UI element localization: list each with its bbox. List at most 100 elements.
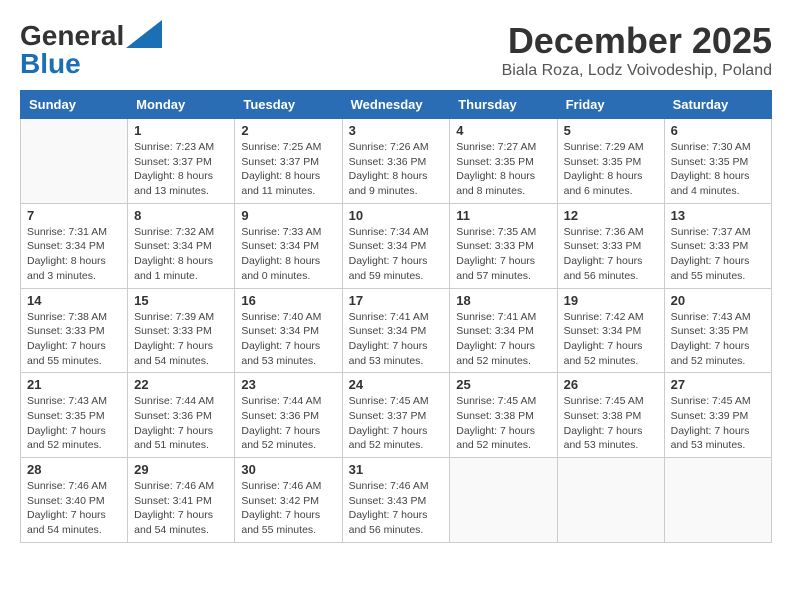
subtitle: Biala Roza, Lodz Voivodeship, Poland (502, 62, 772, 80)
table-row: 4 Sunrise: 7:27 AM Sunset: 3:35 PM Daylig… (450, 119, 557, 204)
day-number: 7 (27, 208, 121, 223)
col-monday: Monday (128, 91, 235, 119)
day-info: Sunrise: 7:42 AM Sunset: 3:34 PM Dayligh… (564, 310, 658, 369)
day-number: 25 (456, 377, 550, 392)
day-number: 30 (241, 462, 335, 477)
table-row: 5 Sunrise: 7:29 AM Sunset: 3:35 PM Daylig… (557, 119, 664, 204)
table-row (450, 458, 557, 543)
header: General Blue December 2025 Biala Roza, L… (20, 20, 772, 80)
col-saturday: Saturday (664, 91, 771, 119)
day-info: Sunrise: 7:26 AM Sunset: 3:36 PM Dayligh… (349, 140, 444, 199)
table-row: 29Sunrise: 7:46 AM Sunset: 3:41 PM Dayli… (128, 458, 235, 543)
day-number: 23 (241, 377, 335, 392)
table-row: 30 Sunrise: 7:46 AM Sunset: 3:42 PM Dayli… (235, 458, 342, 543)
calendar-week-row: 7 Sunrise: 7:31 AM Sunset: 3:34 PM Daylig… (21, 203, 772, 288)
calendar-table: Sunday Monday Tuesday Wednesday Thursday… (20, 90, 772, 543)
day-info: Sunrise: 7:34 AM Sunset: 3:34 PM Dayligh… (349, 225, 444, 284)
table-row: 14Sunrise: 7:38 AM Sunset: 3:33 PM Dayli… (21, 288, 128, 373)
day-info: Sunrise: 7:46 AM Sunset: 3:41 PM Dayligh… (134, 479, 228, 538)
day-number: 12 (564, 208, 658, 223)
day-number: 11 (456, 208, 550, 223)
table-row: 21 Sunrise: 7:43 AM Sunset: 3:35 PM Dayli… (21, 373, 128, 458)
day-number: 26 (564, 377, 658, 392)
table-row: 26 Sunrise: 7:45 AM Sunset: 3:38 PM Dayli… (557, 373, 664, 458)
col-thursday: Thursday (450, 91, 557, 119)
logo-icon (126, 20, 162, 48)
table-row: 3 Sunrise: 7:26 AM Sunset: 3:36 PM Daylig… (342, 119, 450, 204)
table-row: 19 Sunrise: 7:42 AM Sunset: 3:34 PM Dayli… (557, 288, 664, 373)
table-row: 9 Sunrise: 7:33 AM Sunset: 3:34 PM Daylig… (235, 203, 342, 288)
day-info: Sunrise: 7:40 AM Sunset: 3:34 PM Dayligh… (241, 310, 335, 369)
table-row: 1Sunrise: 7:23 AM Sunset: 3:37 PM Daylig… (128, 119, 235, 204)
table-row: 28 Sunrise: 7:46 AM Sunset: 3:40 PM Dayli… (21, 458, 128, 543)
day-info: Sunrise: 7:30 AM Sunset: 3:35 PM Dayligh… (671, 140, 765, 199)
day-number: 2 (241, 123, 335, 138)
day-number: 18 (456, 293, 550, 308)
table-row: 23Sunrise: 7:44 AM Sunset: 3:36 PM Dayli… (235, 373, 342, 458)
table-row: 31Sunrise: 7:46 AM Sunset: 3:43 PM Dayli… (342, 458, 450, 543)
day-info: Sunrise: 7:23 AM Sunset: 3:37 PM Dayligh… (134, 140, 228, 199)
table-row: 11 Sunrise: 7:35 AM Sunset: 3:33 PM Dayli… (450, 203, 557, 288)
calendar-week-row: 1Sunrise: 7:23 AM Sunset: 3:37 PM Daylig… (21, 119, 772, 204)
day-info: Sunrise: 7:46 AM Sunset: 3:40 PM Dayligh… (27, 479, 121, 538)
day-number: 13 (671, 208, 765, 223)
calendar-week-row: 21 Sunrise: 7:43 AM Sunset: 3:35 PM Dayli… (21, 373, 772, 458)
table-row: 22 Sunrise: 7:44 AM Sunset: 3:36 PM Dayli… (128, 373, 235, 458)
day-number: 14 (27, 293, 121, 308)
day-info: Sunrise: 7:44 AM Sunset: 3:36 PM Dayligh… (134, 394, 228, 453)
table-row: 12 Sunrise: 7:36 AM Sunset: 3:33 PM Dayli… (557, 203, 664, 288)
day-number: 16 (241, 293, 335, 308)
table-row: 15 Sunrise: 7:39 AM Sunset: 3:33 PM Dayli… (128, 288, 235, 373)
table-row (664, 458, 771, 543)
day-number: 15 (134, 293, 228, 308)
day-number: 31 (349, 462, 444, 477)
table-row (557, 458, 664, 543)
day-info: Sunrise: 7:45 AM Sunset: 3:38 PM Dayligh… (456, 394, 550, 453)
day-info: Sunrise: 7:25 AM Sunset: 3:37 PM Dayligh… (241, 140, 335, 199)
day-info: Sunrise: 7:43 AM Sunset: 3:35 PM Dayligh… (27, 394, 121, 453)
day-info: Sunrise: 7:43 AM Sunset: 3:35 PM Dayligh… (671, 310, 765, 369)
day-number: 10 (349, 208, 444, 223)
table-row: 7 Sunrise: 7:31 AM Sunset: 3:34 PM Daylig… (21, 203, 128, 288)
day-number: 28 (27, 462, 121, 477)
table-row: 16 Sunrise: 7:40 AM Sunset: 3:34 PM Dayli… (235, 288, 342, 373)
col-sunday: Sunday (21, 91, 128, 119)
day-info: Sunrise: 7:33 AM Sunset: 3:34 PM Dayligh… (241, 225, 335, 284)
table-row: 2 Sunrise: 7:25 AM Sunset: 3:37 PM Daylig… (235, 119, 342, 204)
day-info: Sunrise: 7:41 AM Sunset: 3:34 PM Dayligh… (456, 310, 550, 369)
day-number: 24 (349, 377, 444, 392)
day-info: Sunrise: 7:27 AM Sunset: 3:35 PM Dayligh… (456, 140, 550, 199)
calendar-week-row: 14Sunrise: 7:38 AM Sunset: 3:33 PM Dayli… (21, 288, 772, 373)
day-info: Sunrise: 7:46 AM Sunset: 3:42 PM Dayligh… (241, 479, 335, 538)
day-info: Sunrise: 7:37 AM Sunset: 3:33 PM Dayligh… (671, 225, 765, 284)
day-number: 19 (564, 293, 658, 308)
day-number: 21 (27, 377, 121, 392)
logo-general: General (20, 22, 124, 50)
day-info: Sunrise: 7:36 AM Sunset: 3:33 PM Dayligh… (564, 225, 658, 284)
day-number: 3 (349, 123, 444, 138)
table-row (21, 119, 128, 204)
table-row: 8Sunrise: 7:32 AM Sunset: 3:34 PM Daylig… (128, 203, 235, 288)
title-area: December 2025 Biala Roza, Lodz Voivodesh… (502, 20, 772, 80)
day-number: 20 (671, 293, 765, 308)
table-row: 10 Sunrise: 7:34 AM Sunset: 3:34 PM Dayli… (342, 203, 450, 288)
day-number: 9 (241, 208, 335, 223)
table-row: 27Sunrise: 7:45 AM Sunset: 3:39 PM Dayli… (664, 373, 771, 458)
day-number: 22 (134, 377, 228, 392)
day-number: 4 (456, 123, 550, 138)
day-info: Sunrise: 7:29 AM Sunset: 3:35 PM Dayligh… (564, 140, 658, 199)
table-row: 24Sunrise: 7:45 AM Sunset: 3:37 PM Dayli… (342, 373, 450, 458)
table-row: 25 Sunrise: 7:45 AM Sunset: 3:38 PM Dayli… (450, 373, 557, 458)
day-info: Sunrise: 7:45 AM Sunset: 3:39 PM Dayligh… (671, 394, 765, 453)
day-info: Sunrise: 7:35 AM Sunset: 3:33 PM Dayligh… (456, 225, 550, 284)
table-row: 18 Sunrise: 7:41 AM Sunset: 3:34 PM Dayli… (450, 288, 557, 373)
table-row: 13 Sunrise: 7:37 AM Sunset: 3:33 PM Dayli… (664, 203, 771, 288)
day-info: Sunrise: 7:39 AM Sunset: 3:33 PM Dayligh… (134, 310, 228, 369)
logo: General Blue (20, 20, 162, 78)
logo-blue: Blue (20, 50, 81, 78)
day-number: 6 (671, 123, 765, 138)
day-info: Sunrise: 7:31 AM Sunset: 3:34 PM Dayligh… (27, 225, 121, 284)
day-info: Sunrise: 7:45 AM Sunset: 3:38 PM Dayligh… (564, 394, 658, 453)
day-number: 8 (134, 208, 228, 223)
day-number: 5 (564, 123, 658, 138)
